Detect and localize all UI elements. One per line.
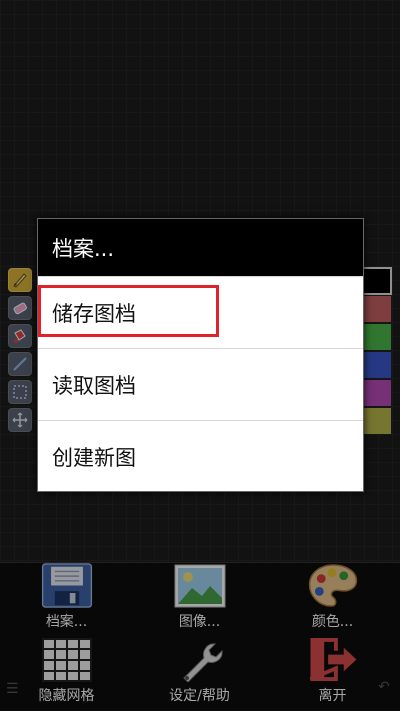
menu-item-new-image[interactable]: 创建新图 [38,420,363,492]
menu-item-load-image[interactable]: 读取图档 [38,348,363,420]
menu-item-label: 读取图档 [52,373,136,398]
menu-item-label: 储存图档 [52,301,136,326]
file-menu-dialog: 档案... 储存图档 读取图档 创建新图 [37,218,364,492]
dialog-title: 档案... [38,219,363,276]
menu-item-label: 创建新图 [52,445,136,470]
menu-item-save-image[interactable]: 储存图档 [38,276,363,348]
